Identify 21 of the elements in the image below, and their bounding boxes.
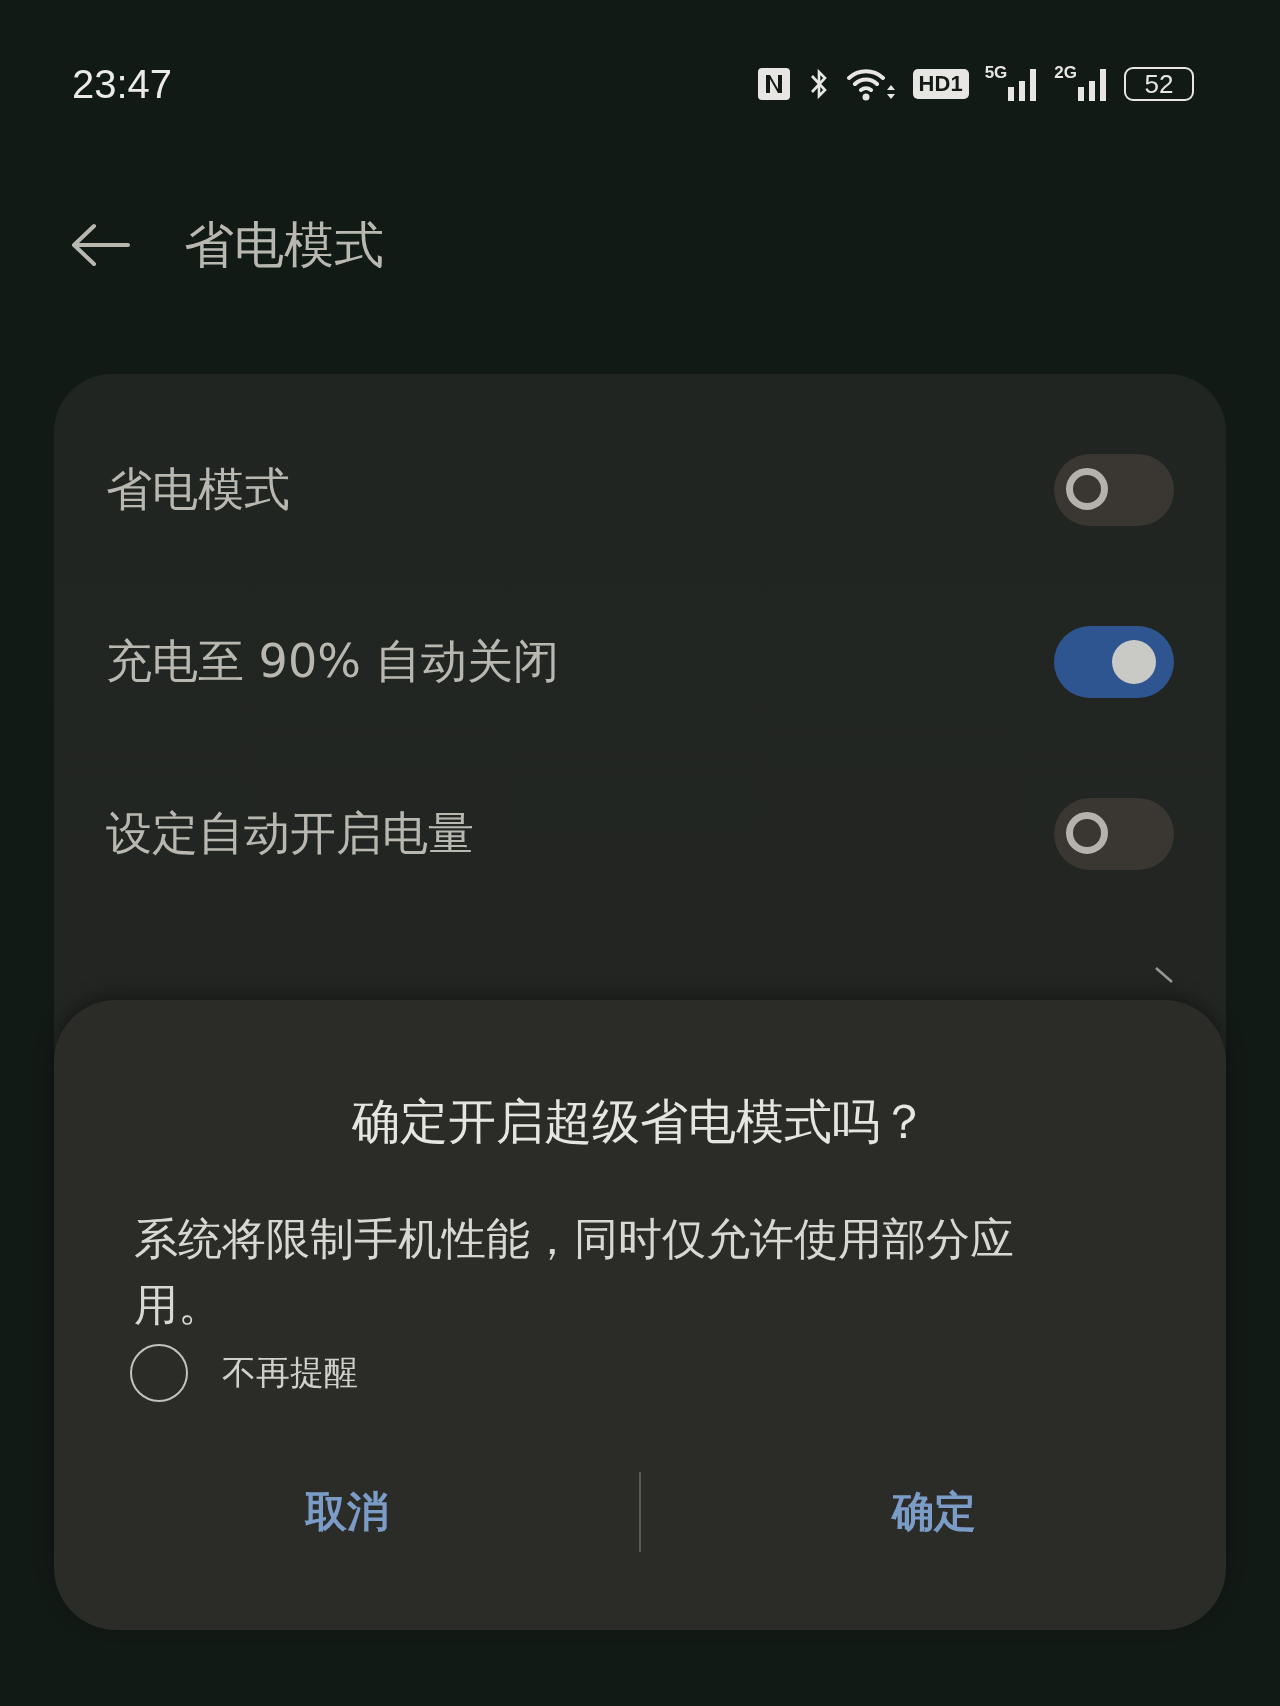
hd-badge: HD1 xyxy=(912,69,969,99)
checkbox[interactable] xyxy=(130,1344,188,1402)
battery-indicator: 52 xyxy=(1124,67,1194,101)
signal-bars-icon xyxy=(1078,67,1108,101)
dialog-title: 确定开启超级省电模式吗？ xyxy=(351,1092,929,1151)
wifi-icon xyxy=(846,66,897,102)
back-arrow-icon xyxy=(70,223,130,267)
nfc-icon xyxy=(756,67,791,101)
confirm-button[interactable]: 确定 xyxy=(641,1483,1226,1541)
chevron-icon xyxy=(1154,966,1174,984)
checkbox-label: 不再提醒 xyxy=(222,1351,358,1394)
cancel-button[interactable]: 取消 xyxy=(54,1483,639,1541)
network-type-label: 5G xyxy=(984,63,1008,83)
signal-bars-icon xyxy=(1008,67,1039,101)
page-title: 省电模式 xyxy=(184,214,384,276)
setting-label: 充电至 90% 自动关闭 xyxy=(106,633,560,690)
setting-label: 省电模式 xyxy=(106,461,290,518)
network-type-label: 2G xyxy=(1054,63,1077,83)
setting-label: 设定自动开启电量 xyxy=(106,805,474,862)
clock: 23:47 xyxy=(72,61,173,107)
dialog-message: 系统将限制手机性能，同时仅允许使用部分应用。 xyxy=(134,1212,1015,1332)
